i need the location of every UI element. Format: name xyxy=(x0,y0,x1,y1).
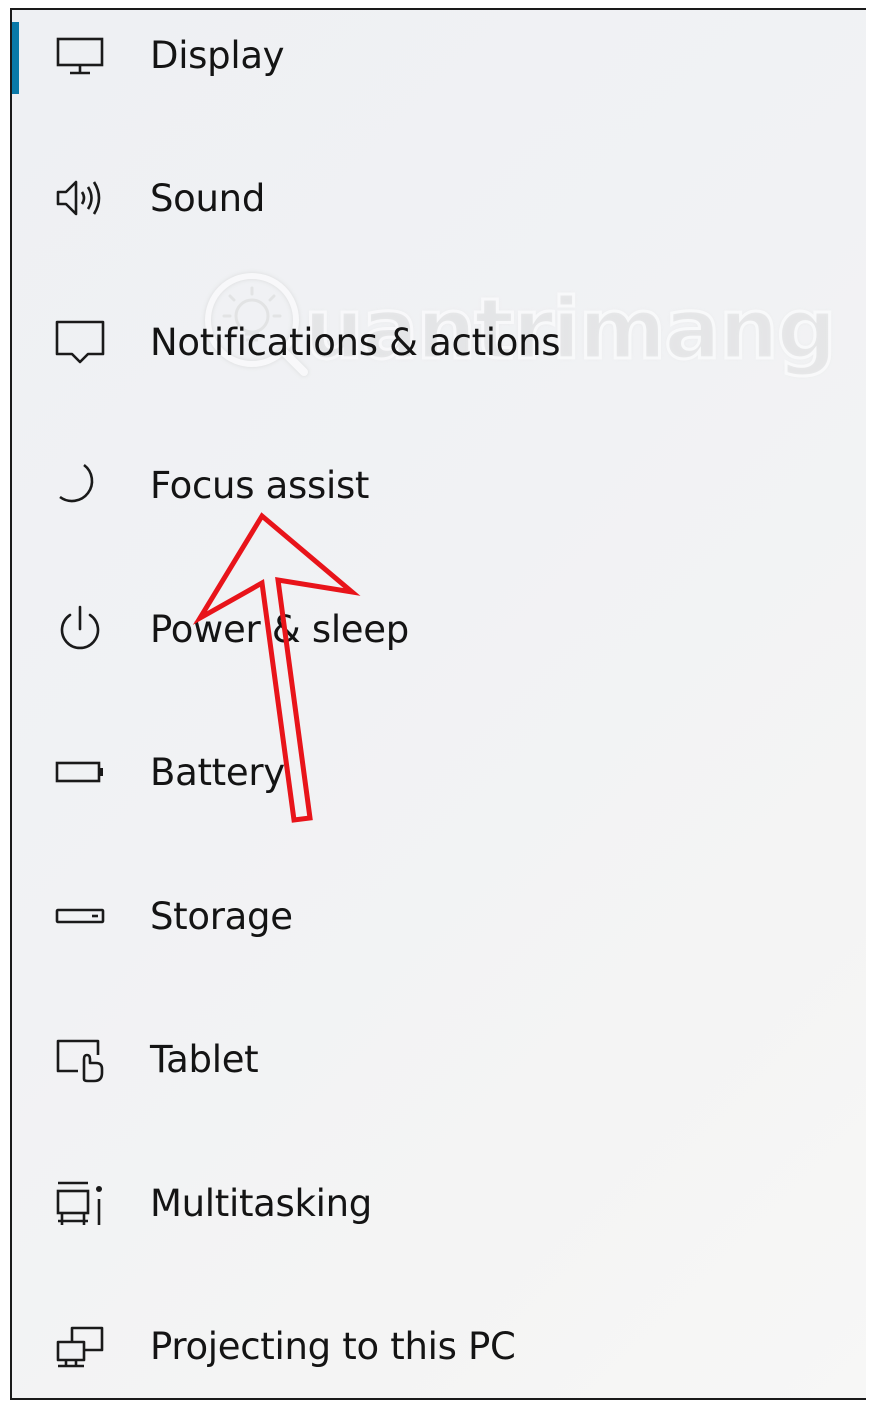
nav-item-sound[interactable]: Sound xyxy=(12,153,866,243)
nav-item-label: Multitasking xyxy=(150,1181,372,1225)
storage-icon xyxy=(52,888,108,944)
moon-icon xyxy=(52,457,108,513)
speaker-icon xyxy=(52,170,108,226)
tablet-icon xyxy=(52,1031,108,1087)
settings-window: uantrimang Display Sound Notifications &… xyxy=(10,8,866,1400)
battery-icon xyxy=(52,744,108,800)
nav-item-label: Sound xyxy=(150,176,266,220)
notification-icon xyxy=(52,314,108,370)
power-icon xyxy=(52,601,108,657)
nav-item-power-sleep[interactable]: Power & sleep xyxy=(12,584,866,674)
nav-item-label: Display xyxy=(150,33,285,77)
nav-item-label: Storage xyxy=(150,894,293,938)
nav-item-display[interactable]: Display xyxy=(12,10,866,100)
nav-item-notifications[interactable]: Notifications & actions xyxy=(12,297,866,387)
nav-item-storage[interactable]: Storage xyxy=(12,871,866,961)
display-icon xyxy=(52,27,108,83)
nav-item-label: Focus assist xyxy=(150,463,370,507)
nav-item-projecting[interactable]: Projecting to this PC xyxy=(12,1301,866,1391)
nav-item-label: Notifications & actions xyxy=(150,320,561,364)
nav-item-battery[interactable]: Battery xyxy=(12,727,866,817)
multitasking-icon xyxy=(52,1175,108,1231)
nav-item-multitasking[interactable]: Multitasking xyxy=(12,1158,866,1248)
selected-indicator xyxy=(12,22,19,94)
nav-item-label: Projecting to this PC xyxy=(150,1324,516,1368)
nav-item-tablet[interactable]: Tablet xyxy=(12,1014,866,1104)
nav-item-focus-assist[interactable]: Focus assist xyxy=(12,440,866,530)
nav-item-label: Power & sleep xyxy=(150,607,409,651)
nav-item-label: Battery xyxy=(150,750,285,794)
projecting-icon xyxy=(52,1318,108,1374)
nav-item-label: Tablet xyxy=(150,1037,259,1081)
